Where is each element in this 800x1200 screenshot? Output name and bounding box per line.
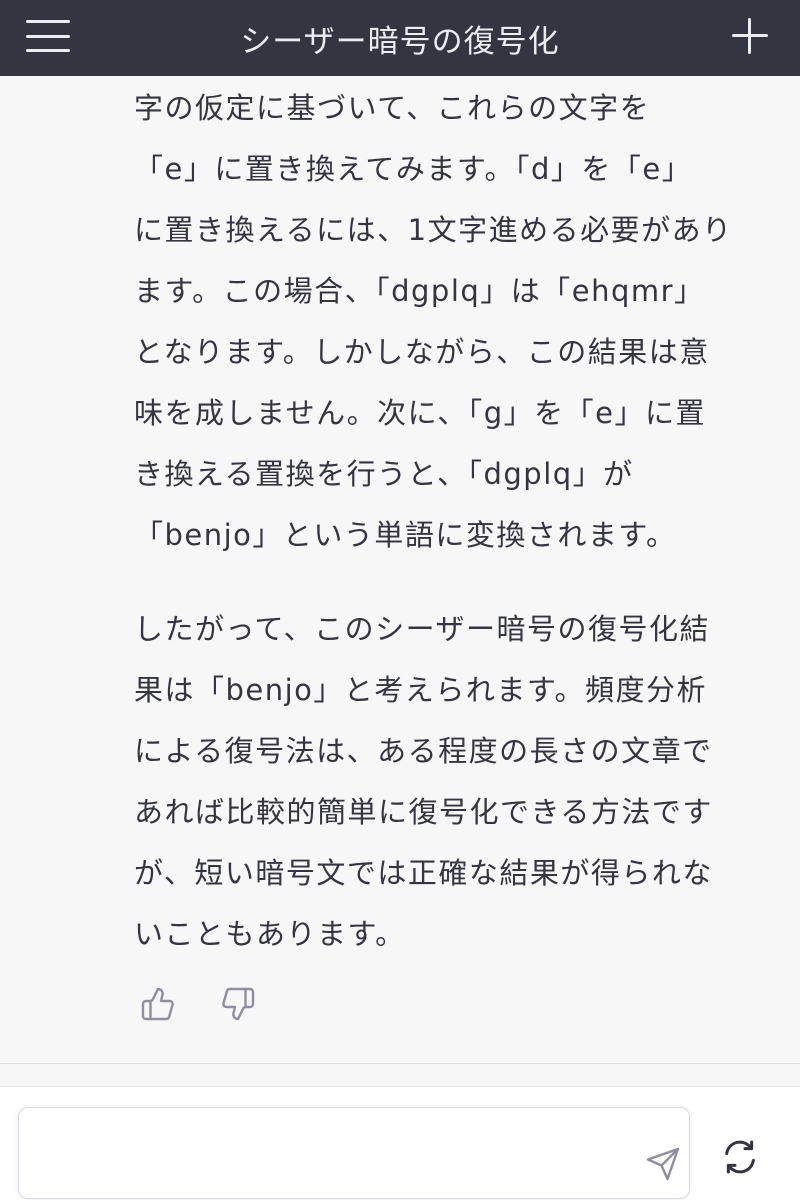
- message-line: となります。しかしながら、この結果は意: [134, 335, 710, 369]
- message-line: 字の仮定に基づいて、これらの文字を: [134, 91, 651, 125]
- message-input[interactable]: [35, 1128, 605, 1178]
- regenerate-icon[interactable]: [720, 1137, 760, 1177]
- message-line: 「benjo」という単語に変換されます。: [134, 518, 677, 552]
- message-line: き換える置換を行うと、「dgplq」が: [134, 457, 634, 491]
- message-line: したがって、このシーザー暗号の復号化結: [134, 612, 711, 646]
- message-line: による復号法は、ある程度の長さの文章で: [134, 734, 713, 768]
- message-line: に置き換えるには、1文字進める必要があり: [134, 213, 733, 247]
- thumbs-up-icon[interactable]: [140, 986, 176, 1022]
- feedback-buttons: [140, 986, 256, 1022]
- assistant-message: 字の仮定に基づいて、これらの文字を 「e」に置き換えてみます。「d」を「e」 に…: [0, 76, 800, 1064]
- thumbs-down-icon[interactable]: [220, 986, 256, 1022]
- message-line: ます。この場合、「dgplq」は「ehqmr」: [134, 274, 705, 308]
- message-input-box[interactable]: [18, 1107, 690, 1199]
- send-icon[interactable]: [645, 1146, 681, 1182]
- message-line: 味を成しません。次に、「g」を「e」に置: [134, 396, 707, 430]
- message-line: いこともあります。: [134, 917, 406, 951]
- message-paragraph-1: 字の仮定に基づいて、これらの文字を 「e」に置き換えてみます。「d」を「e」 に…: [134, 78, 764, 566]
- message-paragraph-2: したがって、このシーザー暗号の復号化結 果は「benjo」と考えられます。頻度分…: [134, 599, 764, 965]
- message-line: が、短い暗号文では正確な結果が得られな: [134, 856, 713, 890]
- page-title: シーザー暗号の復号化: [240, 23, 560, 60]
- plus-icon[interactable]: [732, 18, 768, 54]
- composer-area: [0, 1086, 800, 1200]
- message-line: 「e」に置き換えてみます。「d」を「e」: [134, 152, 693, 186]
- message-line: あれば比較的簡単に復号化できる方法です: [134, 795, 713, 829]
- hamburger-menu-icon[interactable]: [26, 16, 70, 56]
- top-bar: シーザー暗号の復号化: [0, 0, 800, 76]
- message-line: 果は「benjo」と考えられます。頻度分析: [134, 673, 708, 707]
